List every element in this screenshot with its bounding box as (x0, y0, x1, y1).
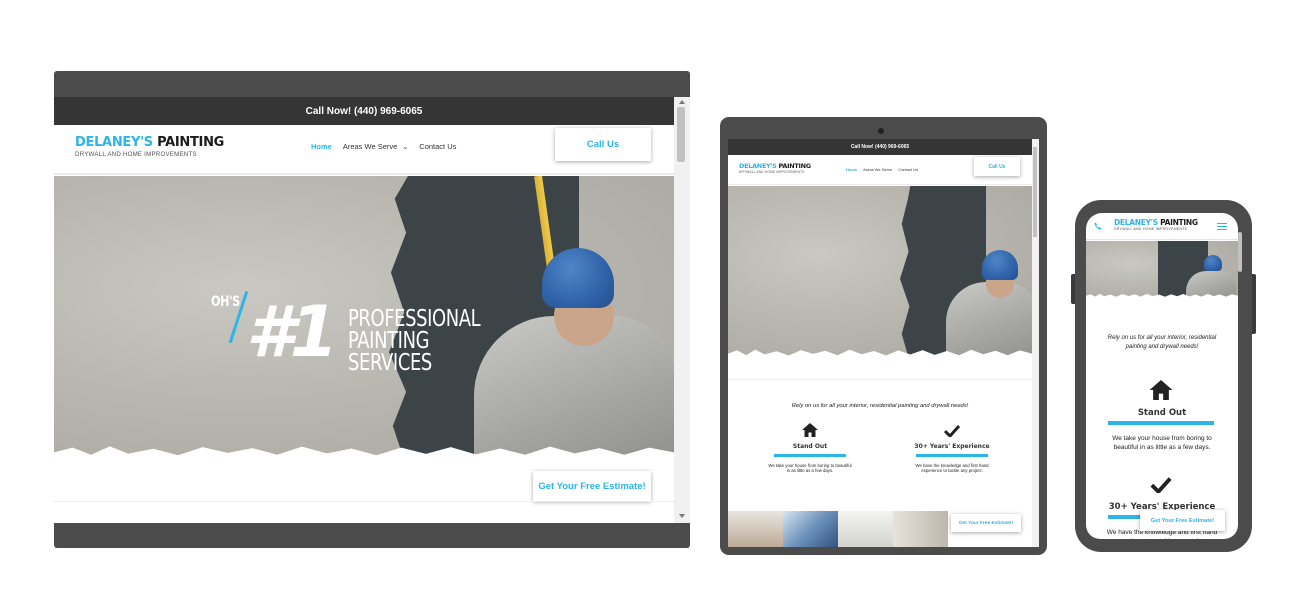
phone-icon[interactable] (1094, 222, 1102, 230)
logo-name-accent: PAINTING (157, 135, 225, 150)
painter-cap (542, 248, 614, 308)
nav-areas-label: Areas We Serve (342, 142, 398, 151)
hamburger-menu-icon[interactable] (1217, 223, 1227, 231)
hero-line-3: SERVICES (348, 350, 432, 376)
call-now-bar[interactable]: Call Now! (440) 969-6065 (728, 139, 1032, 155)
nav-contact[interactable]: Contact Us (898, 167, 918, 172)
desktop-screen: Call Now! (440) 969-6065 DELANEY'S PAINT… (54, 97, 674, 523)
feature-title: 30+ Years' Experience (914, 443, 990, 450)
call-now-text: Call Now! (440) 969-6065 (850, 144, 910, 150)
gallery-image[interactable] (728, 511, 783, 547)
tablet-camera (878, 128, 884, 134)
free-estimate-button[interactable]: Get Your Free Estimate! (951, 514, 1021, 532)
nav-home[interactable]: Home (311, 142, 332, 151)
divider (54, 501, 674, 502)
hero-line-1: PROFESSIONAL (348, 306, 481, 332)
logo-name-accent: PAINTING (1160, 218, 1198, 227)
nav-contact[interactable]: Contact Us (419, 142, 456, 151)
call-us-button[interactable]: Call Us (974, 157, 1020, 176)
checkmark-icon (1150, 477, 1172, 493)
phone-device-frame: DELANEY'S PAINTING DRYWALL AND HOME IMPR… (1071, 200, 1256, 552)
painter-jacket (1186, 271, 1236, 298)
scrollbar-thumb[interactable] (677, 107, 685, 162)
divider (728, 379, 1032, 380)
painter-cap (1204, 255, 1222, 271)
logo-subtitle: DRYWALL AND HOME IMPROVEMENTS (739, 170, 805, 174)
site-logo[interactable]: DELANEY'S PAINTING DRYWALL AND HOME IMPR… (1114, 218, 1198, 232)
feature-text: We have the knowledge and first hand exp… (915, 463, 989, 473)
logo-subtitle: DRYWALL AND HOME IMPROVEMENTS (75, 151, 197, 158)
feature-title: Stand Out (1137, 408, 1187, 418)
free-estimate-button[interactable]: Get Your Free Estimate! (533, 471, 651, 501)
logo-name: DELANEY'S (75, 135, 153, 150)
tablet-device-frame: Call Now! (440) 969-6065 DELANEY'S PAINT… (720, 117, 1047, 555)
feature-underline (1108, 421, 1214, 425)
tagline: Rely on us for all your interior, reside… (1107, 335, 1217, 350)
call-now-bar[interactable]: Call Now! (440) 969-6065 (54, 97, 674, 125)
hero-prefix: OH'S (211, 294, 240, 310)
hero-number: #1 (246, 291, 338, 373)
site-logo[interactable]: DELANEY'S PAINTING DRYWALL AND HOME IMPR… (75, 135, 225, 159)
checkmark-icon (944, 424, 960, 437)
phone-scrollbar-thumb[interactable] (1238, 232, 1242, 272)
power-button (1252, 274, 1256, 334)
chevron-down-icon: ⌄ (402, 144, 409, 151)
logo-name: DELANEY'S (1114, 218, 1158, 227)
scroll-down-icon[interactable] (679, 514, 685, 518)
free-estimate-button[interactable]: Get Your Free Estimate! (1140, 510, 1225, 531)
painter-cap (982, 250, 1018, 280)
gallery-image[interactable] (838, 511, 893, 547)
tagline: Rely on us for all your interior, reside… (791, 403, 969, 409)
nav-home[interactable]: Home (846, 167, 857, 172)
tablet-screen: Call Now! (440) 969-6065 DELANEY'S PAINT… (728, 139, 1032, 547)
feature-text: We take your house from boring to beauti… (1112, 435, 1212, 451)
nav-areas[interactable]: Areas We Serve ⌄ (343, 142, 408, 151)
main-nav: Home Areas We Serve Contact Us (846, 167, 918, 172)
feature-title: Stand Out (792, 443, 828, 450)
hero-banner: OH'S #1 PROFESSIONAL PAINTING SERVICES (54, 176, 674, 460)
home-icon (1149, 380, 1173, 400)
call-now-text: Call Now! (440) 969-6065 (305, 105, 423, 117)
site-header: DELANEY'S PAINTING DRYWALL AND HOME IMPR… (728, 155, 1032, 185)
desktop-device-frame: Call Now! (440) 969-6065 DELANEY'S PAINT… (54, 71, 690, 548)
scrollbar-thumb[interactable] (1033, 147, 1037, 237)
home-icon (802, 423, 818, 437)
phone-screen: DELANEY'S PAINTING DRYWALL AND HOME IMPR… (1086, 213, 1238, 539)
site-header: DELANEY'S PAINTING DRYWALL AND HOME IMPR… (54, 125, 674, 175)
volume-button (1071, 274, 1075, 304)
hero-banner (1086, 241, 1238, 298)
logo-name-accent: PAINTING (778, 162, 812, 170)
main-nav: Home Areas We Serve ⌄ Contact Us (311, 142, 456, 151)
feature-text: We take your house from boring to beauti… (768, 463, 852, 473)
site-logo[interactable]: DELANEY'S PAINTING DRYWALL AND HOME IMPR… (739, 162, 812, 175)
hero-banner (728, 186, 1032, 358)
hero-headline: PROFESSIONAL PAINTING SERVICES (348, 306, 481, 376)
gallery-image[interactable] (893, 511, 948, 547)
feature-underline (916, 454, 988, 457)
call-us-button[interactable]: Call Us (555, 128, 651, 161)
site-header: DELANEY'S PAINTING DRYWALL AND HOME IMPR… (1086, 213, 1238, 240)
logo-name: DELANEY'S (739, 162, 777, 170)
desktop-scrollbar[interactable] (674, 97, 690, 523)
gallery-image[interactable] (783, 511, 838, 547)
feature-underline (774, 454, 846, 457)
hero-line-2: PAINTING (348, 328, 430, 354)
scroll-up-icon[interactable] (679, 100, 685, 104)
nav-areas[interactable]: Areas We Serve (863, 167, 892, 172)
tablet-scrollbar[interactable] (1032, 139, 1039, 547)
logo-subtitle: DRYWALL AND HOME IMPROVEMENTS (1114, 227, 1188, 231)
